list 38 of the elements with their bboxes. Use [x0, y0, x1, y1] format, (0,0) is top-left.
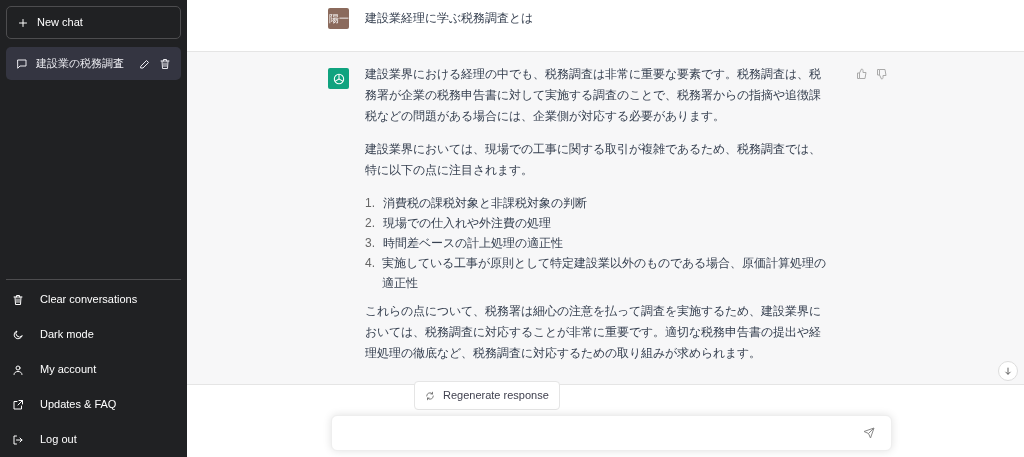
refresh-icon — [425, 390, 435, 401]
message-text: 建設業界においては、現場での工事に関する取引が複雑であるため、税務調査では、特に以下の点に注目されます。 — [365, 141, 822, 179]
list-number: 1. — [365, 195, 376, 212]
message-text: これらの点について、税務署は細心の注意を払って調査を実施するため、建設業界においては、税務調査に対応することが非常に重要です。適切な税務申告書の提出や経理処理の徹底など、税務調査に対応するための取り組みが求められます。 — [365, 303, 822, 362]
conversation-title: 建設業の税務調査 — [36, 56, 125, 72]
list-item-text: 実施している工事が原則として特定建設業以外のものである場合、原価計算処理の適正性 — [381, 255, 827, 292]
list-item-text: 消費税の課税対象と非課税対象の判断 — [383, 195, 587, 212]
sidebar-menu-item[interactable]: Updates & FAQ — [6, 387, 181, 422]
thumbs-down-icon[interactable] — [876, 68, 888, 80]
pencil-icon — [139, 57, 151, 70]
arrow-down-icon — [1003, 366, 1013, 376]
trash-icon — [12, 293, 24, 306]
message-input-field[interactable] — [331, 415, 892, 451]
moon-icon — [12, 328, 24, 341]
sidebar-menu-item[interactable]: Clear conversations — [6, 282, 181, 317]
list-number: 3. — [365, 235, 376, 252]
new-chat-button[interactable]: New chat — [6, 6, 181, 39]
logout-icon — [12, 433, 24, 446]
thumbs-up-icon[interactable] — [856, 68, 868, 80]
list-item-text: 時間差ベースの計上処理の適正性 — [383, 235, 563, 252]
list-number: 4. — [365, 255, 376, 272]
external-link-icon — [12, 398, 24, 411]
conversation-item[interactable]: 建設業の税務調査 — [6, 47, 181, 80]
sidebar-menu-item[interactable]: Log out — [6, 422, 181, 457]
regenerate-button[interactable]: Regenerate response — [414, 381, 560, 410]
send-icon[interactable] — [863, 427, 875, 439]
sidebar-menu-item[interactable]: Dark mode — [6, 317, 181, 352]
plus-icon — [17, 16, 29, 29]
list-number: 2. — [365, 215, 376, 232]
user-avatar: 陽一 — [328, 8, 349, 29]
message-text: 建設業経理に学ぶ税務調査とは — [365, 10, 534, 27]
message-text: 建設業界における経理の中でも、税務調査は非常に重要な要素です。税務調査は、税務署が企業の税務申告書に対して実施する調査のことで、税務署からの指摘や追徴課税などの問題がある場合には、企業側が対応する必要があります。 — [365, 66, 822, 125]
assistant-logo-icon — [328, 68, 349, 89]
trash-icon — [159, 57, 171, 70]
user-icon — [12, 363, 24, 376]
chat-bubble-icon — [16, 57, 28, 70]
sidebar-menu-item[interactable]: My account — [6, 352, 181, 387]
list-item-text: 現場での仕入れや外注費の処理 — [383, 215, 551, 232]
